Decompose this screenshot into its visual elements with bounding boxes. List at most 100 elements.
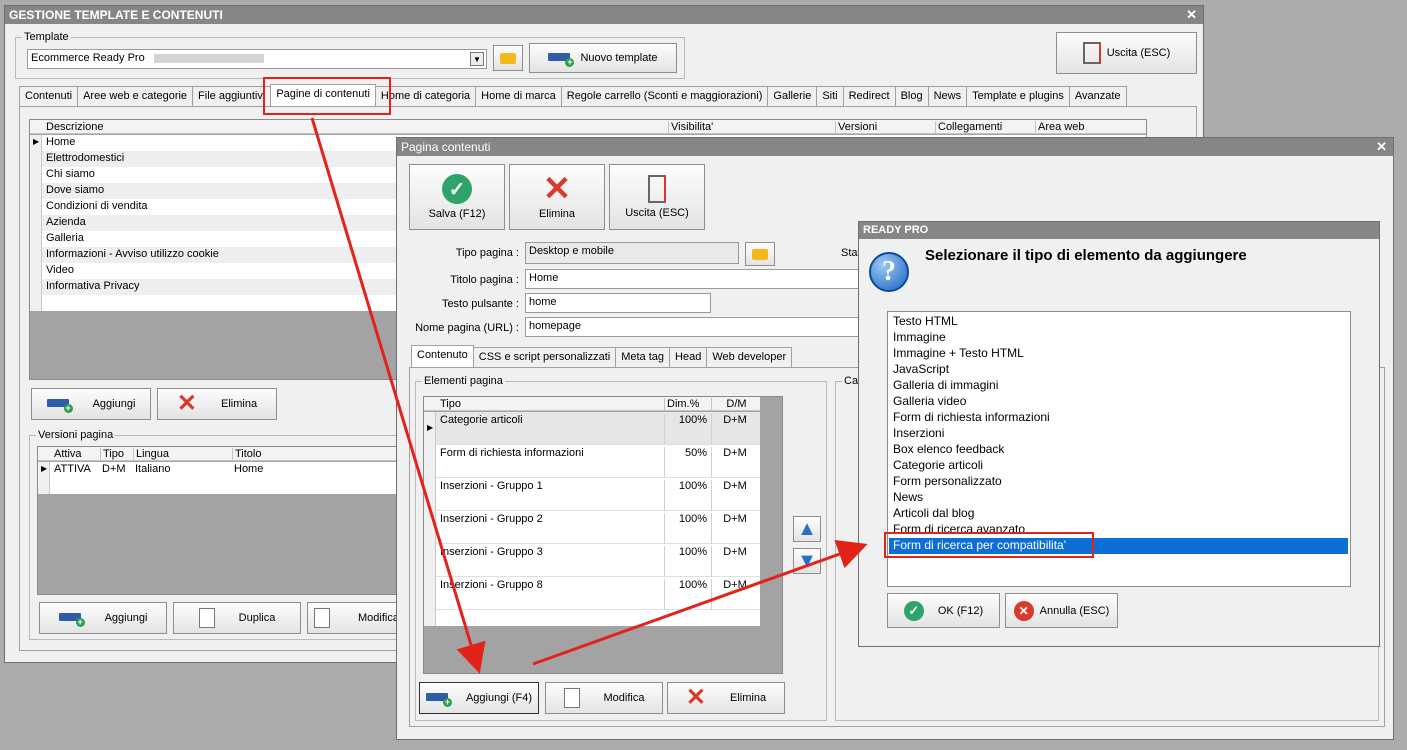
list-item[interactable]: Galleria video	[892, 394, 1348, 410]
salva-button[interactable]: ✓ Salva (F12)	[409, 164, 505, 230]
pagina-elimina-label: Elimina	[538, 208, 576, 220]
list-item[interactable]: Immagine	[892, 330, 1348, 346]
col-visibilita[interactable]: Visibilita'	[668, 121, 834, 133]
elimina-button[interactable]: ✕ Elimina	[157, 388, 277, 420]
nuovo-template-button[interactable]: + Nuovo template	[529, 43, 677, 73]
list-item[interactable]: Inserzioni	[892, 426, 1348, 442]
list-item[interactable]: JavaScript	[892, 362, 1348, 378]
cell-tipo: Form di richiesta informazioni	[440, 447, 584, 459]
col-lingua[interactable]: Lingua	[133, 448, 231, 460]
col-dm[interactable]: D/M	[711, 398, 759, 410]
cell-dm: D+M	[711, 513, 759, 544]
annulla-button[interactable]: ✕ Annulla (ESC)	[1005, 593, 1118, 628]
template-select[interactable]: Ecommerce Ready Pro ▼	[27, 49, 487, 69]
tab-home-di-categoria[interactable]: Home di categoria	[374, 86, 477, 106]
col-dim[interactable]: Dim.%	[664, 398, 710, 410]
tab-home-di-marca[interactable]: Home di marca	[475, 86, 562, 106]
tab-file-aggiuntivi[interactable]: File aggiuntivi	[192, 86, 272, 106]
list-item[interactable]: Box elenco feedback	[892, 442, 1348, 458]
list-item[interactable]: Articoli dal blog	[892, 506, 1348, 522]
v-aggiungi-button[interactable]: + Aggiungi	[39, 602, 167, 634]
cell-descrizione: Galleria	[46, 232, 84, 244]
element-type-listbox[interactable]: Testo HTML Immagine Immagine + Testo HTML J…	[887, 311, 1351, 587]
tipo-pagina-field: Desktop e mobile	[525, 242, 739, 264]
v-aggiungi-label: Aggiungi	[104, 612, 148, 624]
list-item[interactable]: Form di richiesta informazioni	[892, 410, 1348, 426]
col-titolo[interactable]: Titolo	[232, 448, 402, 460]
cell-tipo: D+M	[102, 463, 126, 475]
table-row[interactable]: Inserzioni - Gruppo 1 100% D+M	[424, 478, 760, 511]
versions-grid[interactable]: Attiva Tipo Lingua Titolo ▶ ATTIVA D+M I…	[37, 446, 403, 595]
cell-dim: 100%	[664, 579, 710, 610]
row-indicator-icon: ▶	[38, 462, 50, 478]
pagina-elimina2-button[interactable]: ✕ Elimina	[667, 682, 785, 714]
tab-contenuto[interactable]: Contenuto	[411, 345, 474, 367]
table-row[interactable]: Inserzioni - Gruppo 8 100% D+M	[424, 577, 760, 610]
pagina-uscita-button[interactable]: Uscita (ESC)	[609, 164, 705, 230]
elementi-grid[interactable]: Tipo Dim.% D/M ▶ Categorie articoli 100% D+…	[423, 396, 783, 674]
add-icon: +	[548, 51, 575, 67]
aggiungi-f4-label: Aggiungi (F4)	[465, 692, 533, 704]
tab-redirect[interactable]: Redirect	[842, 86, 896, 106]
table-row[interactable]: ▶ ATTIVA D+M Italiano Home	[38, 462, 402, 478]
titolo-pagina-field[interactable]: Home	[525, 269, 865, 289]
table-row[interactable]: Form di richiesta informazioni 50% D+M	[424, 445, 760, 478]
aggiungi-label: Aggiungi	[92, 398, 136, 410]
pagina-modifica-button[interactable]: Modifica	[545, 682, 663, 714]
tab-meta-tag[interactable]: Meta tag	[615, 347, 671, 367]
tab-web-developer[interactable]: Web developer	[706, 347, 793, 367]
testo-pulsante-field[interactable]: home	[525, 293, 711, 313]
table-row-empty[interactable]	[424, 610, 760, 626]
list-item[interactable]: Form di ricerca avanzato	[892, 522, 1348, 538]
col-tipo[interactable]: Tipo	[100, 448, 132, 460]
ok-button[interactable]: ✓ OK (F12)	[887, 593, 1000, 628]
move-up-button[interactable]: ▲	[793, 516, 821, 542]
col-descrizione[interactable]: Descrizione	[44, 121, 664, 133]
pagina-close-icon[interactable]: ✕	[1376, 139, 1387, 155]
tab-head[interactable]: Head	[669, 347, 708, 367]
tab-siti[interactable]: Siti	[816, 86, 844, 106]
pagina-elimina-button[interactable]: ✕ Elimina	[509, 164, 605, 230]
aggiungi-button[interactable]: + Aggiungi	[31, 388, 151, 420]
list-item[interactable]: Testo HTML	[892, 314, 1348, 330]
col-area-web[interactable]: Area web	[1035, 121, 1125, 133]
tab-template-e-plugins[interactable]: Template e plugins	[966, 86, 1070, 106]
list-item[interactable]: Form personalizzato	[892, 474, 1348, 490]
tab-css-e-script-personalizzati[interactable]: CSS e script personalizzati	[472, 347, 617, 367]
tab-blog[interactable]: Blog	[894, 86, 929, 106]
list-item[interactable]: Galleria di immagini	[892, 378, 1348, 394]
tab-pagine-di-contenuti[interactable]: Pagine di contenuti	[270, 84, 376, 106]
tab-avanzate[interactable]: Avanzate	[1068, 86, 1127, 106]
list-item[interactable]: Immagine + Testo HTML	[892, 346, 1348, 362]
main-title: GESTIONE TEMPLATE E CONTENUTI	[9, 8, 223, 22]
chevron-down-icon[interactable]: ▼	[470, 52, 484, 66]
table-row-empty[interactable]	[38, 478, 402, 494]
col-collegamenti[interactable]: Collegamenti	[935, 121, 1035, 133]
folder-button[interactable]	[493, 45, 523, 71]
tab-gallerie[interactable]: Gallerie	[767, 86, 818, 106]
v-duplica-button[interactable]: Duplica	[173, 602, 301, 634]
cell-dm: D+M	[711, 414, 759, 445]
main-close-icon[interactable]: ✕	[1186, 7, 1197, 23]
tab-aree-web-e-categorie[interactable]: Aree web e categorie	[77, 86, 194, 106]
table-row[interactable]: Inserzioni - Gruppo 3 100% D+M	[424, 544, 760, 577]
col-attiva[interactable]: Attiva	[52, 448, 98, 460]
list-item[interactable]: Form di ricerca per compatibilita'	[889, 538, 1348, 554]
list-item[interactable]: News	[892, 490, 1348, 506]
table-row[interactable]: Inserzioni - Gruppo 2 100% D+M	[424, 511, 760, 544]
table-row[interactable]: ▶ Categorie articoli 100% D+M	[424, 412, 760, 445]
nome-pagina-label: Nome pagina (URL) :	[415, 322, 519, 334]
tipo-pagina-folder-button[interactable]	[745, 242, 775, 266]
nome-pagina-field[interactable]: homepage	[525, 317, 865, 337]
row-indicator	[424, 577, 436, 610]
tab-news[interactable]: News	[927, 86, 968, 106]
tab-regole-carrello-sconti-e-maggiorazioni[interactable]: Regole carrello (Sconti e maggiorazioni)	[560, 86, 769, 106]
uscita-button[interactable]: Uscita (ESC)	[1056, 32, 1197, 74]
col-versioni[interactable]: Versioni	[835, 121, 935, 133]
tab-contenuti[interactable]: Contenuti	[19, 86, 79, 106]
col-tipo[interactable]: Tipo	[438, 398, 662, 410]
aggiungi-f4-button[interactable]: + Aggiungi (F4)	[419, 682, 539, 714]
move-down-button[interactable]: ▼	[793, 548, 821, 574]
arrow-down-icon: ▼	[797, 550, 817, 572]
list-item[interactable]: Categorie articoli	[892, 458, 1348, 474]
